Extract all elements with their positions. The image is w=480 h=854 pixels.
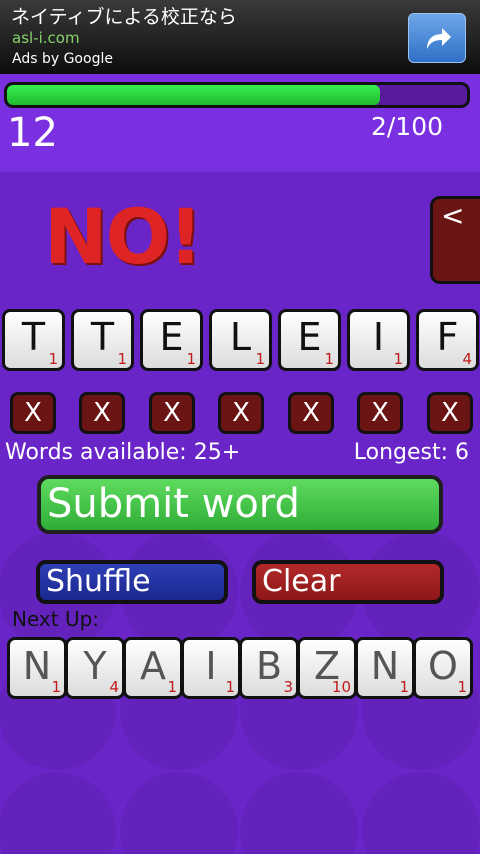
tile-points: 10 (331, 678, 351, 696)
letter-tile[interactable]: E 1 (278, 309, 341, 371)
ad-url[interactable]: asl-i.com (12, 29, 80, 47)
remove-letter-button[interactable]: X (357, 392, 403, 434)
feedback-message: NO! (44, 192, 203, 281)
letter-tile[interactable]: I 1 (347, 309, 410, 371)
tile-points: 3 (283, 678, 293, 696)
next-tile: I 1 (181, 637, 241, 699)
backspace-button[interactable]: < (430, 196, 480, 284)
tile-points: 1 (48, 350, 58, 368)
tile-points: 1 (457, 678, 467, 696)
ad-share-button[interactable] (408, 13, 466, 63)
next-tile: O 1 (413, 637, 473, 699)
tile-points: 4 (109, 678, 119, 696)
tile-points: 1 (186, 350, 196, 368)
ad-byline: Ads by Google (12, 51, 113, 67)
progress-bar (4, 82, 470, 108)
next-up-label: Next Up: (12, 607, 100, 631)
letter-tile[interactable]: T 1 (71, 309, 134, 371)
next-tile: B 3 (239, 637, 299, 699)
tile-points: 1 (117, 350, 127, 368)
remove-letter-button[interactable]: X (10, 392, 56, 434)
tile-points: 1 (51, 678, 61, 696)
remove-letter-button[interactable]: X (79, 392, 125, 434)
next-tile: A 1 (123, 637, 183, 699)
remove-letter-button[interactable]: X (149, 392, 195, 434)
remove-letter-button[interactable]: X (218, 392, 264, 434)
next-tile: N 1 (355, 637, 415, 699)
tile-points: 1 (324, 350, 334, 368)
letter-tile[interactable]: L 1 (209, 309, 272, 371)
share-arrow-icon (427, 28, 451, 49)
submit-word-button[interactable]: Submit word (37, 475, 443, 534)
tile-points: 1 (399, 678, 409, 696)
tile-points: 1 (393, 350, 403, 368)
words-available: Words available: 25+ (5, 440, 241, 465)
tile-points: 1 (167, 678, 177, 696)
tile-points: 4 (462, 350, 472, 368)
letter-tile[interactable]: T 1 (2, 309, 65, 371)
tile-points: 1 (255, 350, 265, 368)
shuffle-button[interactable]: Shuffle (36, 560, 228, 604)
next-tile: Z 10 (297, 637, 357, 699)
ad-banner[interactable]: ネイティブによる校正なら asl-i.com Ads by Google (0, 0, 480, 74)
word-count: 2/100 (370, 112, 443, 141)
progress-fill (7, 85, 380, 105)
letter-tile[interactable]: F 4 (416, 309, 479, 371)
longest-word: Longest: 6 (353, 440, 469, 465)
letter-tile[interactable]: E 1 (140, 309, 203, 371)
next-tile: N 1 (7, 637, 67, 699)
score: 12 (7, 110, 58, 156)
next-tile: Y 4 (65, 637, 125, 699)
tile-points: 1 (225, 678, 235, 696)
remove-letter-button[interactable]: X (288, 392, 334, 434)
ad-title[interactable]: ネイティブによる校正なら (11, 2, 237, 29)
remove-letter-button[interactable]: X (427, 392, 473, 434)
clear-button[interactable]: Clear (252, 560, 444, 604)
